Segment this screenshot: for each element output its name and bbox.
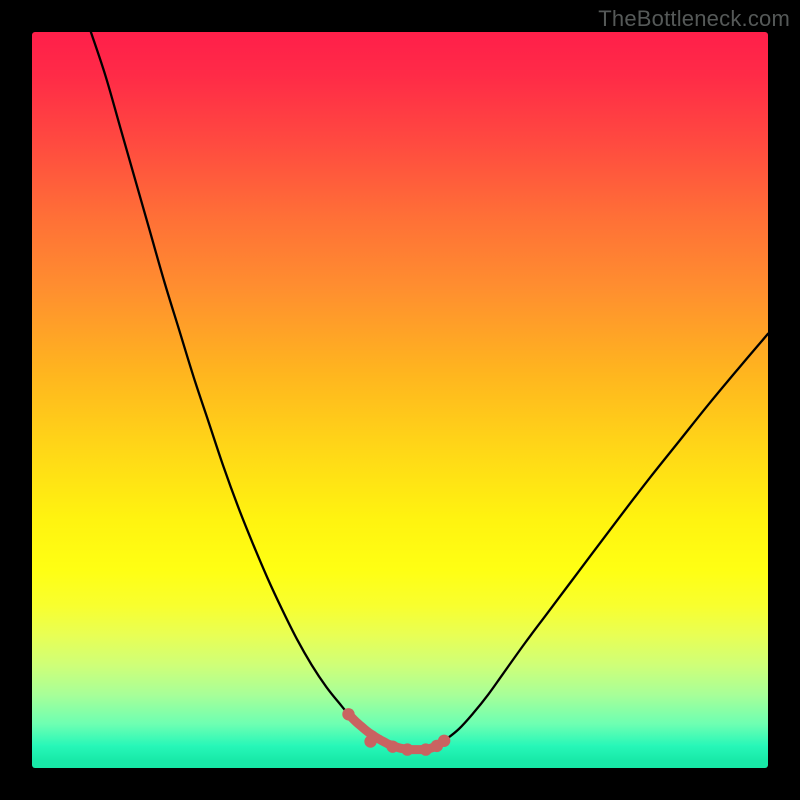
highlight-dot (401, 743, 413, 755)
highlight-dot (364, 735, 376, 747)
bottleneck-curve (91, 32, 768, 750)
highlight-dot (438, 735, 450, 747)
highlight-dot (386, 740, 398, 752)
highlight-dots (342, 708, 450, 756)
chart-svg (32, 32, 768, 768)
plot-area (32, 32, 768, 768)
highlight-dot (342, 708, 354, 720)
chart-frame: TheBottleneck.com (0, 0, 800, 800)
highlight-dot (420, 743, 432, 755)
main-curve (91, 32, 768, 750)
attribution-label: TheBottleneck.com (598, 6, 790, 32)
